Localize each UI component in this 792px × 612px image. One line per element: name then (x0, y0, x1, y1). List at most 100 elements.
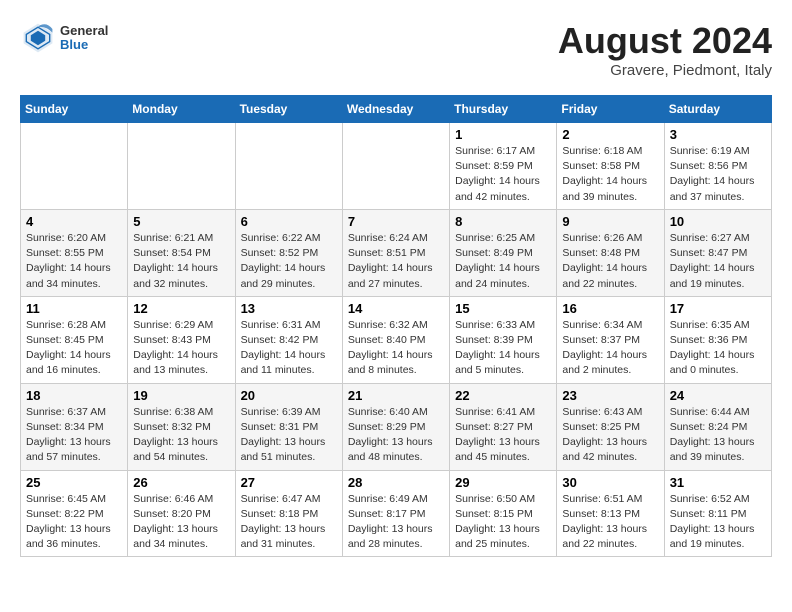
day-info: Sunrise: 6:21 AM Sunset: 8:54 PM Dayligh… (133, 231, 229, 292)
day-number: 22 (455, 388, 551, 403)
day-number: 7 (348, 214, 444, 229)
day-info: Sunrise: 6:29 AM Sunset: 8:43 PM Dayligh… (133, 318, 229, 379)
day-number: 13 (241, 301, 337, 316)
day-info: Sunrise: 6:46 AM Sunset: 8:20 PM Dayligh… (133, 492, 229, 553)
day-number: 9 (562, 214, 658, 229)
day-info: Sunrise: 6:25 AM Sunset: 8:49 PM Dayligh… (455, 231, 551, 292)
calendar-cell: 8 Sunrise: 6:25 AM Sunset: 8:49 PM Daylig… (450, 209, 557, 296)
day-info: Sunrise: 6:44 AM Sunset: 8:24 PM Dayligh… (670, 405, 766, 466)
day-info: Sunrise: 6:18 AM Sunset: 8:58 PM Dayligh… (562, 144, 658, 205)
day-number: 15 (455, 301, 551, 316)
day-info: Sunrise: 6:39 AM Sunset: 8:31 PM Dayligh… (241, 405, 337, 466)
weekday-header: Saturday (664, 96, 771, 123)
calendar-cell (235, 123, 342, 210)
weekday-header: Monday (128, 96, 235, 123)
day-number: 25 (26, 475, 122, 490)
calendar-cell: 5 Sunrise: 6:21 AM Sunset: 8:54 PM Daylig… (128, 209, 235, 296)
day-number: 29 (455, 475, 551, 490)
day-info: Sunrise: 6:32 AM Sunset: 8:40 PM Dayligh… (348, 318, 444, 379)
calendar-body: 1Sunrise: 6:17 AM Sunset: 8:59 PM Daylig… (21, 123, 772, 557)
calendar-table: SundayMondayTuesdayWednesdayThursdayFrid… (20, 95, 772, 557)
weekday-row: SundayMondayTuesdayWednesdayThursdayFrid… (21, 96, 772, 123)
calendar-cell: 15 Sunrise: 6:33 AM Sunset: 8:39 PM Dayli… (450, 296, 557, 383)
logo-general: General (60, 24, 108, 38)
calendar-cell: 7Sunrise: 6:24 AM Sunset: 8:51 PM Daylig… (342, 209, 449, 296)
calendar-cell: 10 Sunrise: 6:27 AM Sunset: 8:47 PM Dayli… (664, 209, 771, 296)
day-info: Sunrise: 6:20 AM Sunset: 8:55 PM Dayligh… (26, 231, 122, 292)
day-info: Sunrise: 6:49 AM Sunset: 8:17 PM Dayligh… (348, 492, 444, 553)
logo-icon (20, 20, 56, 56)
logo: General Blue (20, 20, 108, 56)
calendar-week-row: 11Sunrise: 6:28 AM Sunset: 8:45 PM Dayli… (21, 296, 772, 383)
day-info: Sunrise: 6:19 AM Sunset: 8:56 PM Dayligh… (670, 144, 766, 205)
day-number: 3 (670, 127, 766, 142)
calendar-cell: 19 Sunrise: 6:38 AM Sunset: 8:32 PM Dayli… (128, 383, 235, 470)
day-info: Sunrise: 6:31 AM Sunset: 8:42 PM Dayligh… (241, 318, 337, 379)
day-number: 8 (455, 214, 551, 229)
day-info: Sunrise: 6:50 AM Sunset: 8:15 PM Dayligh… (455, 492, 551, 553)
day-number: 28 (348, 475, 444, 490)
calendar-cell: 31Sunrise: 6:52 AM Sunset: 8:11 PM Dayli… (664, 470, 771, 557)
calendar-week-row: 18 Sunrise: 6:37 AM Sunset: 8:34 PM Dayli… (21, 383, 772, 470)
day-info: Sunrise: 6:37 AM Sunset: 8:34 PM Dayligh… (26, 405, 122, 466)
day-info: Sunrise: 6:27 AM Sunset: 8:47 PM Dayligh… (670, 231, 766, 292)
calendar-cell: 3 Sunrise: 6:19 AM Sunset: 8:56 PM Daylig… (664, 123, 771, 210)
day-info: Sunrise: 6:45 AM Sunset: 8:22 PM Dayligh… (26, 492, 122, 553)
calendar-cell: 17Sunrise: 6:35 AM Sunset: 8:36 PM Dayli… (664, 296, 771, 383)
calendar-week-row: 1Sunrise: 6:17 AM Sunset: 8:59 PM Daylig… (21, 123, 772, 210)
day-info: Sunrise: 6:17 AM Sunset: 8:59 PM Dayligh… (455, 144, 551, 205)
day-info: Sunrise: 6:47 AM Sunset: 8:18 PM Dayligh… (241, 492, 337, 553)
calendar-cell: 25 Sunrise: 6:45 AM Sunset: 8:22 PM Dayli… (21, 470, 128, 557)
calendar-cell: 11Sunrise: 6:28 AM Sunset: 8:45 PM Dayli… (21, 296, 128, 383)
day-info: Sunrise: 6:34 AM Sunset: 8:37 PM Dayligh… (562, 318, 658, 379)
calendar-cell: 24 Sunrise: 6:44 AM Sunset: 8:24 PM Dayli… (664, 383, 771, 470)
calendar-cell (128, 123, 235, 210)
calendar-cell: 14 Sunrise: 6:32 AM Sunset: 8:40 PM Dayli… (342, 296, 449, 383)
logo-blue: Blue (60, 38, 108, 52)
calendar-cell: 2 Sunrise: 6:18 AM Sunset: 8:58 PM Daylig… (557, 123, 664, 210)
day-number: 24 (670, 388, 766, 403)
calendar-cell: 29 Sunrise: 6:50 AM Sunset: 8:15 PM Dayli… (450, 470, 557, 557)
calendar-cell: 23 Sunrise: 6:43 AM Sunset: 8:25 PM Dayli… (557, 383, 664, 470)
day-number: 30 (562, 475, 658, 490)
calendar-cell: 21 Sunrise: 6:40 AM Sunset: 8:29 PM Dayli… (342, 383, 449, 470)
day-number: 19 (133, 388, 229, 403)
calendar-cell: 30 Sunrise: 6:51 AM Sunset: 8:13 PM Dayli… (557, 470, 664, 557)
day-number: 23 (562, 388, 658, 403)
weekday-header: Thursday (450, 96, 557, 123)
day-number: 12 (133, 301, 229, 316)
calendar-cell: 9Sunrise: 6:26 AM Sunset: 8:48 PM Daylig… (557, 209, 664, 296)
day-number: 31 (670, 475, 766, 490)
calendar-cell: 4 Sunrise: 6:20 AM Sunset: 8:55 PM Daylig… (21, 209, 128, 296)
day-info: Sunrise: 6:33 AM Sunset: 8:39 PM Dayligh… (455, 318, 551, 379)
day-info: Sunrise: 6:40 AM Sunset: 8:29 PM Dayligh… (348, 405, 444, 466)
calendar-cell: 28 Sunrise: 6:49 AM Sunset: 8:17 PM Dayli… (342, 470, 449, 557)
calendar-cell (21, 123, 128, 210)
calendar-cell: 20Sunrise: 6:39 AM Sunset: 8:31 PM Dayli… (235, 383, 342, 470)
weekday-header: Tuesday (235, 96, 342, 123)
calendar-cell: 18 Sunrise: 6:37 AM Sunset: 8:34 PM Dayli… (21, 383, 128, 470)
day-number: 17 (670, 301, 766, 316)
day-number: 14 (348, 301, 444, 316)
day-info: Sunrise: 6:22 AM Sunset: 8:52 PM Dayligh… (241, 231, 337, 292)
calendar-cell: 26Sunrise: 6:46 AM Sunset: 8:20 PM Dayli… (128, 470, 235, 557)
day-number: 2 (562, 127, 658, 142)
day-number: 5 (133, 214, 229, 229)
calendar-cell: 6Sunrise: 6:22 AM Sunset: 8:52 PM Daylig… (235, 209, 342, 296)
page-header: General Blue August 2024 Gravere, Piedmo… (20, 20, 772, 79)
day-info: Sunrise: 6:43 AM Sunset: 8:25 PM Dayligh… (562, 405, 658, 466)
calendar-cell: 22Sunrise: 6:41 AM Sunset: 8:27 PM Dayli… (450, 383, 557, 470)
day-info: Sunrise: 6:28 AM Sunset: 8:45 PM Dayligh… (26, 318, 122, 379)
day-number: 18 (26, 388, 122, 403)
page-title: August 2024 (558, 20, 772, 62)
calendar-week-row: 4 Sunrise: 6:20 AM Sunset: 8:55 PM Daylig… (21, 209, 772, 296)
calendar-cell: 16Sunrise: 6:34 AM Sunset: 8:37 PM Dayli… (557, 296, 664, 383)
calendar-header: SundayMondayTuesdayWednesdayThursdayFrid… (21, 96, 772, 123)
day-number: 4 (26, 214, 122, 229)
day-number: 10 (670, 214, 766, 229)
day-info: Sunrise: 6:38 AM Sunset: 8:32 PM Dayligh… (133, 405, 229, 466)
page-subtitle: Gravere, Piedmont, Italy (558, 62, 772, 79)
calendar-cell (342, 123, 449, 210)
day-info: Sunrise: 6:51 AM Sunset: 8:13 PM Dayligh… (562, 492, 658, 553)
day-number: 21 (348, 388, 444, 403)
